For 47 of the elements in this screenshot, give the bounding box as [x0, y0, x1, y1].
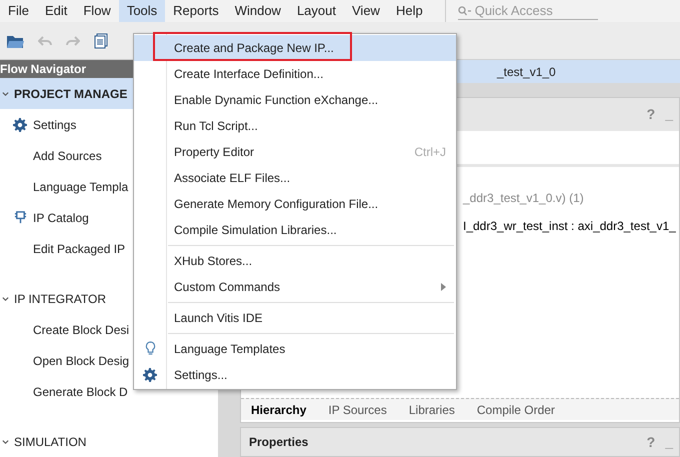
nav-item[interactable]: Generate Block D	[33, 382, 128, 400]
menu-item[interactable]: Window	[226, 0, 289, 22]
menu-option[interactable]: Property Editor Ctrl+J	[134, 139, 456, 165]
menu-item[interactable]: Layout	[288, 0, 344, 22]
menu-item[interactable]: Tools	[118, 0, 166, 22]
menu-item[interactable]: Reports	[165, 0, 227, 22]
chevron-icon[interactable]	[2, 295, 9, 302]
tab[interactable]: Compile Order	[476, 400, 555, 418]
nav-item[interactable]: IP Catalog	[33, 208, 89, 226]
chevron-icon[interactable]	[2, 438, 9, 445]
panel-title: Properties	[249, 434, 308, 451]
menu-option[interactable]: Create and Package New IP...	[134, 35, 456, 61]
chevron-icon[interactable]	[2, 90, 9, 97]
plug-icon	[14, 211, 26, 224]
menu-option[interactable]: Compile Simulation Libraries...	[134, 217, 456, 243]
nav-item[interactable]: Settings	[33, 116, 76, 134]
menu-option[interactable]: Language Templates	[134, 336, 456, 362]
menu-option[interactable]: Launch Vitis IDE	[134, 305, 456, 331]
document-icon[interactable]	[94, 32, 108, 48]
tab[interactable]: Libraries	[408, 400, 455, 418]
shortcut-label: Ctrl+J	[414, 144, 446, 161]
menu-option[interactable]: Run Tcl Script...	[134, 113, 456, 139]
lightbulb-icon	[144, 341, 156, 356]
menu-item[interactable]: View	[344, 0, 388, 22]
gear-icon	[143, 368, 157, 382]
menu-option[interactable]: Settings...	[134, 362, 456, 388]
menu-item[interactable]: Flow	[75, 0, 119, 22]
menu-option[interactable]: Custom Commands	[134, 274, 456, 300]
menu-option[interactable]: XHub Stores...	[134, 248, 456, 274]
nav-item[interactable]: Open Block Desig	[33, 352, 130, 370]
menu-item[interactable]: File	[0, 0, 37, 22]
nav-item[interactable]: Add Sources	[33, 146, 102, 164]
nav-item[interactable]: Create Block Desi	[33, 320, 130, 338]
menu-option[interactable]: Generate Memory Configuration File...	[134, 191, 456, 217]
source-tree-item[interactable]: _ddr3_test_v1_0.v) (1)	[463, 189, 679, 207]
section-header[interactable]: SIMULATION	[0, 426, 218, 457]
search-icon	[458, 6, 472, 16]
source-tree-item[interactable]: I_ddr3_wr_test_inst : axi_ddr3_test_v1_	[463, 217, 679, 235]
gear-icon	[13, 118, 27, 132]
tab[interactable]: IP Sources	[328, 400, 387, 418]
nav-item[interactable]: Edit Packaged IP	[33, 240, 126, 258]
nav-item[interactable]: Language Templa	[33, 178, 128, 196]
quick-access-field[interactable]: Quick Access	[458, 2, 598, 20]
menu-item[interactable]: Edit	[36, 0, 76, 22]
menu-item[interactable]: Help	[388, 0, 431, 22]
tab[interactable]: Hierarchy	[251, 400, 306, 418]
menu-option[interactable]: Associate ELF Files...	[134, 165, 456, 191]
